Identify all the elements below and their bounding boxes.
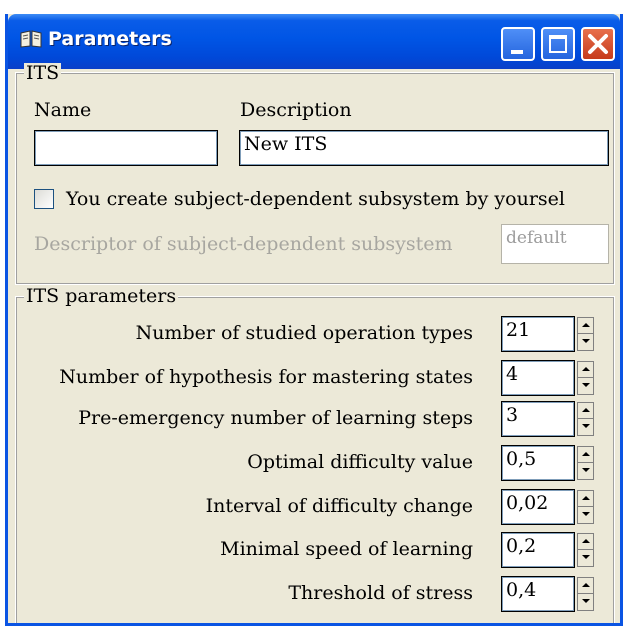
description-label: Description — [240, 99, 352, 121]
parameter-spinner — [577, 402, 594, 436]
maximize-button[interactable] — [541, 27, 575, 61]
parameter-spinner — [577, 490, 594, 524]
spin-up-button[interactable] — [578, 578, 593, 594]
close-icon — [588, 34, 608, 54]
arrow-down-icon — [582, 424, 590, 428]
arrow-up-icon — [582, 539, 590, 543]
spin-down-button[interactable] — [578, 334, 593, 350]
parameter-spinner — [577, 577, 594, 611]
parameter-value-input[interactable]: 3 — [501, 401, 575, 437]
parameter-label: Threshold of stress — [288, 582, 473, 604]
spin-up-button[interactable] — [578, 318, 593, 334]
arrow-down-icon — [582, 468, 590, 472]
parameter-value-input[interactable]: 4 — [501, 360, 575, 396]
window-title: Parameters — [48, 28, 172, 50]
arrow-up-icon — [582, 452, 590, 456]
spin-up-button[interactable] — [578, 534, 593, 550]
parameter-spinner — [577, 446, 594, 480]
arrow-down-icon — [582, 339, 590, 343]
title-bar[interactable]: Parameters — [8, 14, 620, 69]
descriptor-input[interactable]: default — [501, 224, 609, 264]
name-input[interactable] — [34, 130, 218, 166]
arrow-down-icon — [582, 512, 590, 516]
spin-up-button[interactable] — [578, 447, 593, 463]
parameter-label: Interval of difficulty change — [205, 495, 473, 517]
parameter-label: Pre-emergency number of learning steps — [78, 407, 473, 429]
arrow-up-icon — [582, 323, 590, 327]
close-button[interactable] — [581, 27, 615, 61]
spin-up-button[interactable] — [578, 362, 593, 378]
arrow-up-icon — [582, 583, 590, 587]
spin-up-button[interactable] — [578, 403, 593, 419]
spin-down-button[interactable] — [578, 594, 593, 610]
parameter-spinner — [577, 533, 594, 567]
its-group-legend: ITS — [24, 62, 62, 84]
parameter-label: Minimal speed of learning — [220, 538, 473, 560]
name-label: Name — [34, 99, 92, 121]
descriptor-label: Descriptor of subject-dependent subsyste… — [34, 233, 453, 255]
spin-up-button[interactable] — [578, 491, 593, 507]
arrow-down-icon — [582, 555, 590, 559]
parameter-value-input[interactable]: 0,5 — [501, 445, 575, 481]
spin-down-button[interactable] — [578, 507, 593, 523]
book-icon — [20, 30, 42, 48]
spin-down-button[interactable] — [578, 378, 593, 394]
maximize-icon — [549, 35, 567, 53]
arrow-up-icon — [582, 367, 590, 371]
self-create-checkbox-label: You create subject-dependent subsystem b… — [66, 188, 565, 210]
parameter-label: Optimal difficulty value — [247, 451, 473, 473]
parameter-value-input[interactable]: 21 — [501, 316, 575, 352]
arrow-down-icon — [582, 599, 590, 603]
arrow-up-icon — [582, 496, 590, 500]
parameter-value-input[interactable]: 0,4 — [501, 576, 575, 612]
spin-down-button[interactable] — [578, 419, 593, 435]
arrow-up-icon — [582, 408, 590, 412]
parameter-value-input[interactable]: 0,2 — [501, 532, 575, 568]
description-input[interactable]: New ITS — [239, 130, 609, 166]
parameter-label: Number of studied operation types — [135, 322, 473, 344]
self-create-checkbox[interactable] — [34, 189, 54, 209]
parameters-window: Parameters ITS Name Description New ITS … — [5, 14, 623, 626]
parameter-spinner — [577, 361, 594, 395]
parameter-spinner — [577, 317, 594, 351]
its-parameters-legend: ITS parameters — [24, 285, 179, 307]
minimize-icon — [511, 50, 523, 54]
parameter-value-input[interactable]: 0,02 — [501, 489, 575, 525]
spin-down-button[interactable] — [578, 463, 593, 479]
parameter-label: Number of hypothesis for mastering state… — [59, 366, 473, 388]
arrow-down-icon — [582, 383, 590, 387]
minimize-button[interactable] — [501, 27, 535, 61]
spin-down-button[interactable] — [578, 550, 593, 566]
